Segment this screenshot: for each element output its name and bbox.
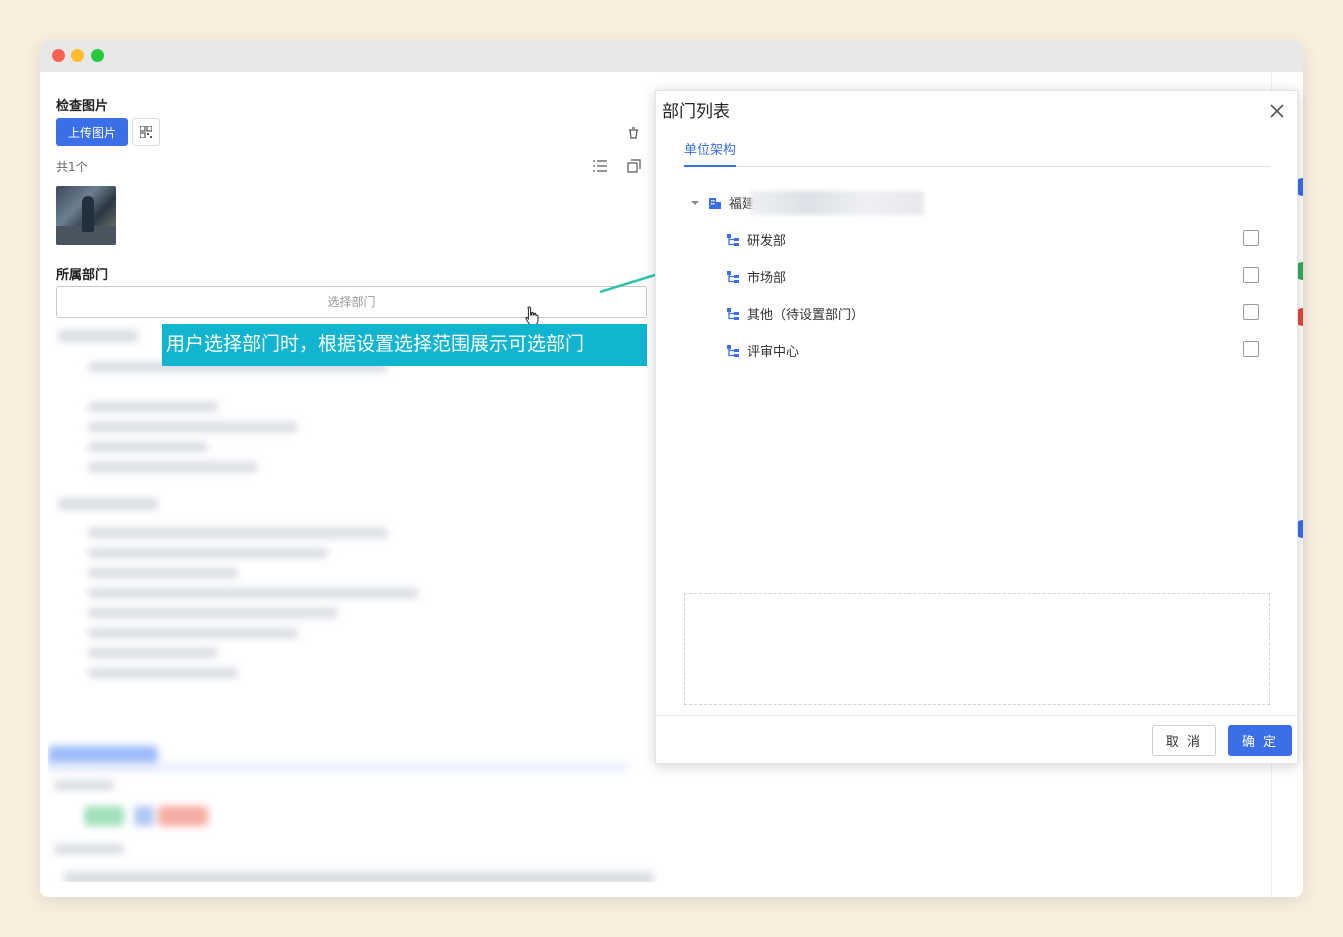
department-label: 研发部 bbox=[747, 234, 787, 249]
inspection-image-label: 检查图片 bbox=[56, 99, 109, 114]
department-label: 其他（待设置部门） bbox=[747, 308, 865, 323]
department-label: 所属部门 bbox=[56, 268, 109, 283]
department-checkbox[interactable] bbox=[1243, 304, 1259, 320]
minimize-window-button[interactable] bbox=[71, 49, 84, 62]
tab-org-structure[interactable]: 单位架构 bbox=[684, 139, 737, 167]
tree-item-department[interactable]: 研发部 bbox=[726, 230, 786, 249]
close-icon[interactable] bbox=[1267, 101, 1287, 121]
building-icon bbox=[709, 197, 721, 209]
dialog-title: 部门列表 bbox=[662, 102, 730, 122]
confirm-button[interactable]: 确 定 bbox=[1228, 725, 1292, 756]
gallery-view-icon[interactable] bbox=[626, 158, 642, 174]
org-tree-icon bbox=[727, 307, 739, 320]
caret-down-icon[interactable] bbox=[690, 199, 700, 207]
tree-item-department[interactable]: 评审中心 bbox=[726, 341, 799, 360]
org-tree-icon bbox=[727, 344, 739, 357]
department-checkbox[interactable] bbox=[1243, 341, 1259, 357]
org-tree-icon bbox=[727, 233, 739, 246]
department-checkbox[interactable] bbox=[1243, 230, 1259, 246]
annotation-callout: 用户选择部门时，根据设置选择范围展示可选部门 bbox=[162, 324, 647, 366]
tree-root-node[interactable]: 福建 bbox=[690, 193, 755, 212]
image-count: 共1个 bbox=[56, 160, 88, 174]
tree-item-department[interactable]: 其他（待设置部门） bbox=[726, 304, 864, 323]
redacted-root-name bbox=[750, 191, 924, 215]
department-label: 市场部 bbox=[747, 271, 787, 286]
close-window-button[interactable] bbox=[52, 49, 65, 62]
delete-icon[interactable] bbox=[626, 126, 640, 140]
upload-image-button[interactable]: 上传图片 bbox=[56, 118, 128, 146]
list-view-icon[interactable] bbox=[592, 158, 608, 174]
qr-code-button[interactable] bbox=[132, 118, 160, 146]
qr-code-icon bbox=[140, 126, 152, 138]
selected-departments-area bbox=[684, 593, 1270, 705]
department-checkbox[interactable] bbox=[1243, 267, 1259, 283]
department-select[interactable]: 选择部门 bbox=[56, 286, 647, 318]
blurred-form-content bbox=[48, 322, 668, 882]
maximize-window-button[interactable] bbox=[91, 49, 104, 62]
department-label: 评审中心 bbox=[747, 345, 800, 360]
title-bar bbox=[40, 40, 1303, 72]
department-list-dialog: 部门列表 单位架构 福建 研发部 市场部 其他（待设置部门） 评审中心 取 消 … bbox=[655, 90, 1298, 764]
org-tree-icon bbox=[727, 270, 739, 283]
cancel-button[interactable]: 取 消 bbox=[1152, 725, 1216, 756]
tree-item-department[interactable]: 市场部 bbox=[726, 267, 786, 286]
inspection-image-thumbnail[interactable] bbox=[56, 186, 116, 245]
